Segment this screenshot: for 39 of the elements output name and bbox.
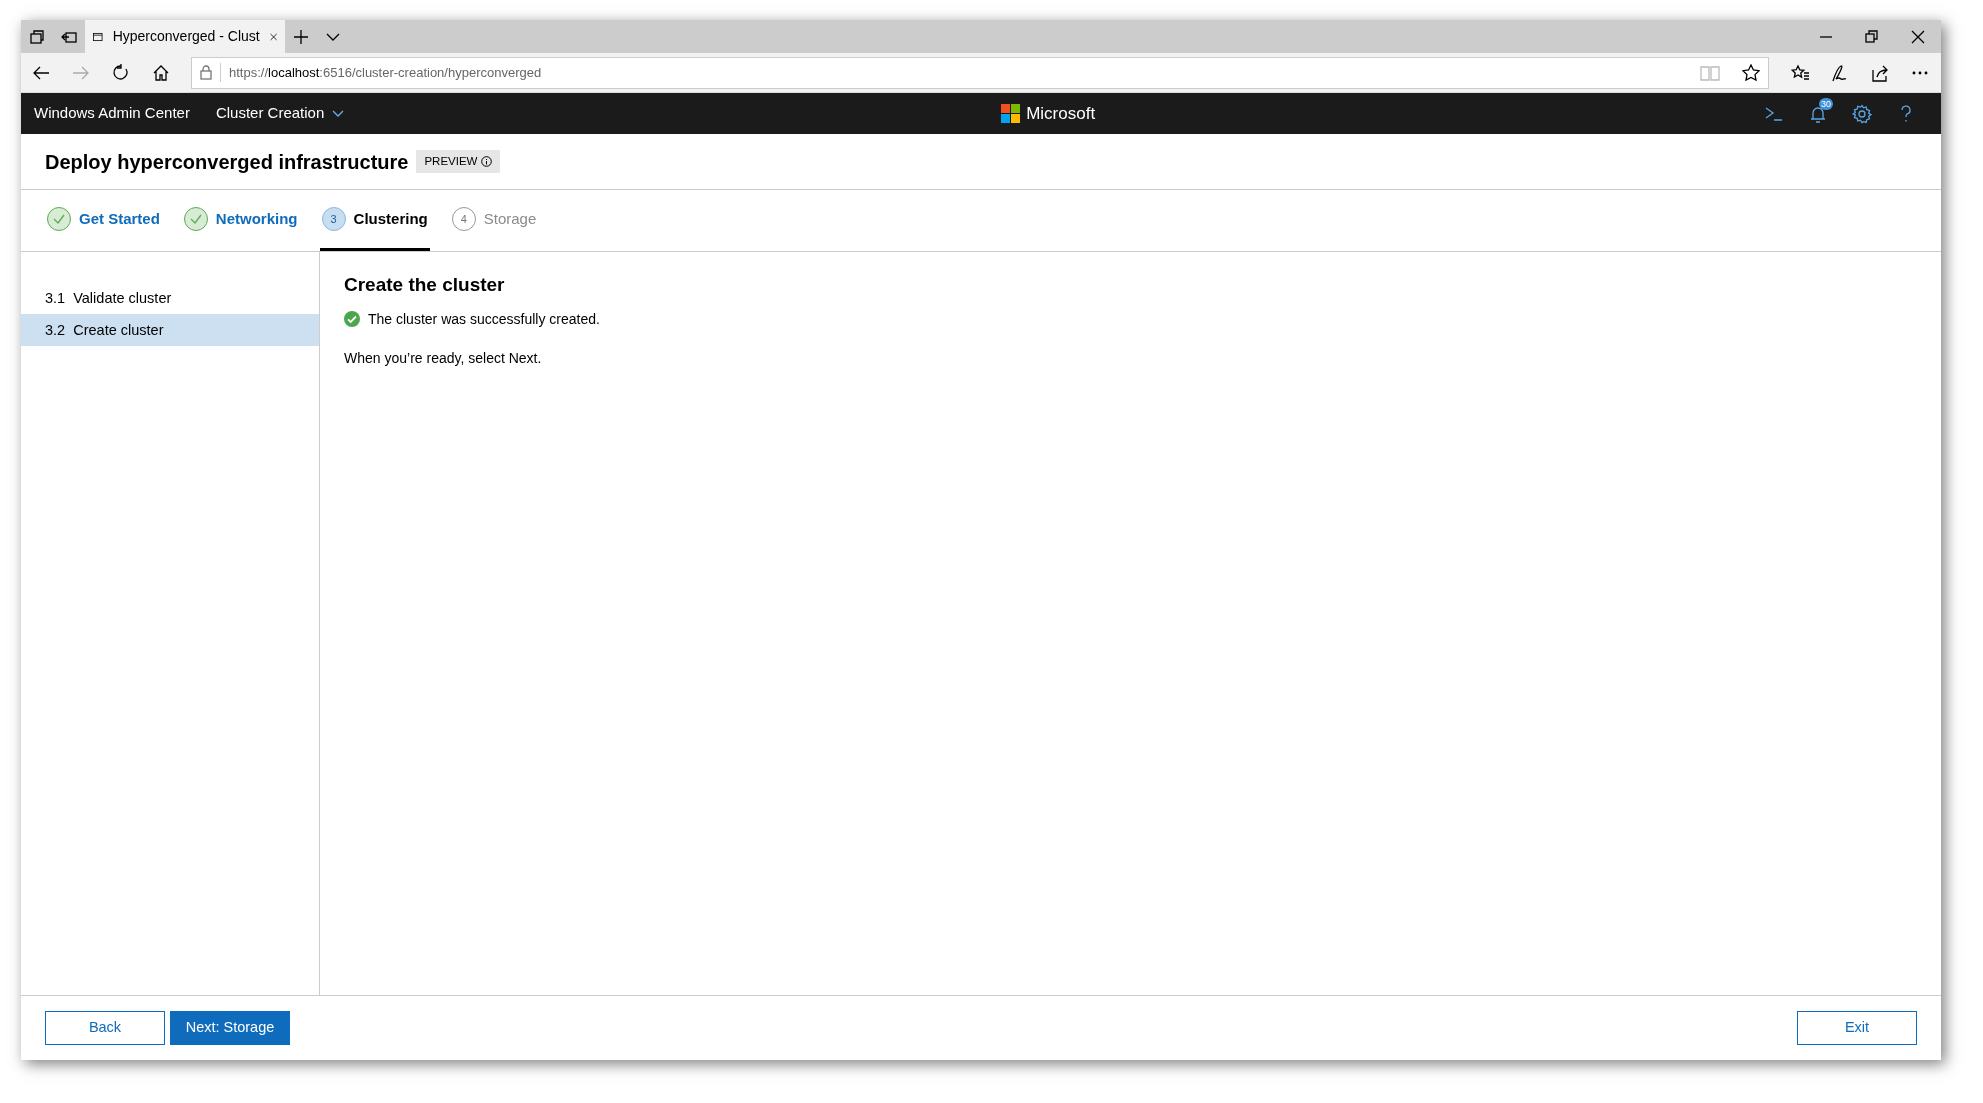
refresh-icon[interactable] xyxy=(112,63,130,82)
substep-item[interactable]: 3.2 Create cluster xyxy=(21,314,319,346)
preview-badge: PREVIEW xyxy=(416,149,501,174)
step-number: 3 xyxy=(321,207,346,231)
settings-icon[interactable] xyxy=(1852,103,1872,124)
plus-icon[interactable] xyxy=(293,28,309,45)
wizard-step[interactable]: Get Started xyxy=(45,190,162,251)
next-button[interactable]: Next: Storage xyxy=(170,1011,290,1045)
app-name[interactable]: Windows Admin Center xyxy=(34,102,190,125)
wizard-step[interactable]: 3 Clustering xyxy=(319,190,430,251)
chevron-down-icon xyxy=(332,109,345,118)
browser-tab[interactable]: Hyperconverged - Clust xyxy=(85,20,285,53)
check-icon xyxy=(189,214,202,224)
close-icon[interactable] xyxy=(1910,28,1926,45)
address-field[interactable]: https://localhost:6516/cluster-creation/hyperconverged xyxy=(191,56,1769,89)
wizard-step[interactable]: 4 Storage xyxy=(449,190,539,251)
tabs-icon[interactable] xyxy=(29,28,45,45)
star-icon[interactable] xyxy=(1742,63,1760,82)
brand-name: Microsoft xyxy=(1026,102,1096,125)
back-button[interactable]: Back xyxy=(45,1011,165,1045)
page-title: Deploy hyperconverged infrastructure xyxy=(45,149,409,174)
lock-icon xyxy=(200,65,212,80)
context-menu-button[interactable]: Cluster Creation xyxy=(215,102,345,125)
home-icon[interactable] xyxy=(152,63,170,82)
notification-count: 30 xyxy=(1819,97,1834,110)
restore-icon[interactable] xyxy=(1864,28,1880,45)
info-icon xyxy=(481,156,493,167)
microsoft-logo-icon xyxy=(1001,104,1021,123)
favorites-list-icon[interactable] xyxy=(1791,63,1811,82)
instruction-text: When you’re ready, select Next. xyxy=(344,348,543,368)
wizard-step[interactable]: Networking xyxy=(181,190,300,251)
status-message: The cluster was successfully created. xyxy=(368,309,600,329)
section-heading: Create the cluster xyxy=(344,274,506,297)
success-check-icon xyxy=(344,311,360,328)
back-arrow-icon[interactable] xyxy=(32,64,50,81)
substep-item[interactable]: 3.1 Validate cluster xyxy=(21,282,319,314)
exit-button[interactable]: Exit xyxy=(1797,1011,1917,1045)
check-icon xyxy=(53,214,65,224)
chevron-down-icon[interactable] xyxy=(326,31,340,42)
